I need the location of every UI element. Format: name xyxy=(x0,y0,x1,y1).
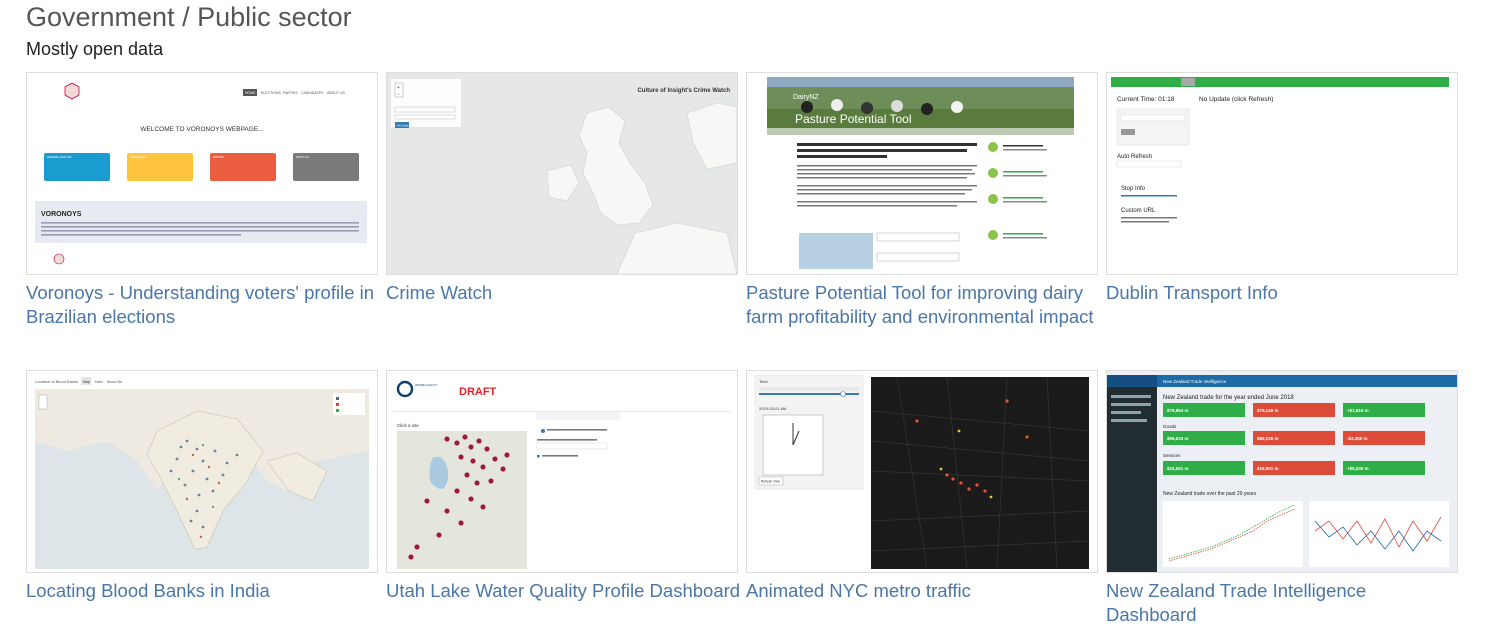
svg-text:+$5,200 m: +$5,200 m xyxy=(1347,466,1369,471)
card-link-crime-watch[interactable]: Crime Watch xyxy=(386,281,741,305)
app-card-pasture-potential[interactable]: DairyNZ Pasture Potential Tool Pasture P… xyxy=(746,72,1098,329)
card-link-nz-trade[interactable]: New Zealand Trade Intelligence Dashboard xyxy=(1106,579,1461,627)
dublin-auto-refresh: Auto Refresh xyxy=(1117,154,1152,160)
svg-text:Map: Map xyxy=(83,380,90,384)
svg-text:$79,964 m: $79,964 m xyxy=(1167,408,1189,413)
svg-text:$19,901 m: $19,901 m xyxy=(1257,466,1279,471)
nav-home: HOME xyxy=(245,91,256,95)
blood-banks-title: Location of Blood Banks xyxy=(35,379,78,384)
svg-text:$24,551 m: $24,551 m xyxy=(1167,466,1189,471)
nz-header-title: New Zealand Trade Intelligence xyxy=(1163,379,1227,384)
refresh-view-button: Refresh View xyxy=(761,480,781,484)
app-card-crime-watch[interactable]: + − Get Data Culture of Insight's Crime … xyxy=(386,72,738,305)
card-link-nyc-metro[interactable]: Animated NYC metro traffic xyxy=(746,579,1101,603)
nz-services: Services xyxy=(1163,453,1181,458)
section-subtitle: Mostly open data xyxy=(26,39,164,59)
draft-badge: DRAFT xyxy=(459,386,497,398)
nav-candidates: CANDIDATES xyxy=(301,91,324,95)
app-card-blood-banks[interactable]: Location of Blood Banks Map Data About M… xyxy=(26,370,378,603)
svg-text:CANDIDATES: CANDIDATES xyxy=(130,156,146,159)
svg-text:+$1,815 m: +$1,815 m xyxy=(1347,408,1369,413)
app-card-nz-trade[interactable]: New Zealand Trade Intelligence New Zeala… xyxy=(1106,370,1458,627)
nyc-date: 2019-03-01 AM xyxy=(759,406,786,411)
nav-parties: PARTIES xyxy=(283,91,298,95)
dublin-stop-info: Stop Info xyxy=(1121,186,1146,192)
nz-headline: New Zealand trade for the year ended Jun… xyxy=(1163,395,1294,401)
card-link-utah-lake[interactable]: Utah Lake Water Quality Profile Dashboar… xyxy=(386,579,741,603)
svg-text:Get Data: Get Data xyxy=(397,124,409,128)
thumbnail-dublin-transport[interactable]: Current Time: 01:18 No Update (click Ref… xyxy=(1106,72,1458,275)
nav-about-us: ABOUT US xyxy=(327,91,345,95)
app-card-voronoys[interactable]: HOME ELECTIONS PARTIES CANDIDATES ABOUT … xyxy=(26,72,378,329)
svg-text:−: − xyxy=(397,92,400,98)
card-link-voronoys[interactable]: Voronoys - Understanding voters' profile… xyxy=(26,281,381,329)
svg-text:+: + xyxy=(397,85,400,91)
nav-elections: ELECTIONS xyxy=(261,91,282,95)
voronoys-logo-icon xyxy=(64,82,80,100)
section-title: Government / Public sector xyxy=(26,2,352,32)
pasture-banner-title: Pasture Potential Tool xyxy=(795,112,912,126)
dairynz-logo: DairyNZ xyxy=(793,94,819,101)
svg-text:PARTIES: PARTIES xyxy=(213,156,224,159)
welcome-text: WELCOME TO VORONOYS WEBPAGE... xyxy=(140,126,263,133)
thumbnail-crime-watch[interactable]: + − Get Data Culture of Insight's Crime … xyxy=(386,72,738,275)
card-link-pasture-potential[interactable]: Pasture Potential Tool for improving dai… xyxy=(746,281,1101,329)
svg-text:About Me: About Me xyxy=(107,380,122,384)
card-link-blood-banks[interactable]: Locating Blood Banks in India xyxy=(26,579,381,603)
voronoys-heading: VORONOYS xyxy=(41,211,82,218)
app-card-utah-lake[interactable]: WATER QUALITY DRAFT Click a site Utah La… xyxy=(386,370,741,603)
thumbnail-nz-trade[interactable]: New Zealand Trade Intelligence New Zeala… xyxy=(1106,370,1458,573)
thumbnail-utah-lake[interactable]: WATER QUALITY DRAFT Click a site xyxy=(386,370,738,573)
nyc-time-label: Time xyxy=(759,379,769,384)
dublin-custom-url: Custom URL xyxy=(1121,208,1156,214)
thumbnail-blood-banks[interactable]: Location of Blood Banks Map Data About M… xyxy=(26,370,378,573)
svg-text:Data: Data xyxy=(95,380,102,384)
svg-text:-$3,356 m: -$3,356 m xyxy=(1347,436,1368,441)
svg-text:GENERAL ANALYSIS: GENERAL ANALYSIS xyxy=(47,156,72,159)
nz-trend-heading: New Zealand trade over the past 20 years xyxy=(1163,491,1257,497)
org-label: WATER QUALITY xyxy=(415,383,438,387)
app-card-nyc-metro[interactable]: Time 2019-03-01 AM Refresh View Animated… xyxy=(746,370,1098,603)
card-link-dublin-transport[interactable]: Dublin Transport Info xyxy=(1106,281,1461,305)
svg-text:$56,633 m: $56,633 m xyxy=(1167,436,1189,441)
thumbnail-nyc-metro[interactable]: Time 2019-03-01 AM Refresh View xyxy=(746,370,1098,573)
svg-text:ABOUT US: ABOUT US xyxy=(296,156,309,159)
crime-watch-heading: Culture of Insight's Crime Watch xyxy=(637,88,730,94)
dublin-current-time: Current Time: 01:18 xyxy=(1117,96,1175,103)
svg-text:$59,238 m: $59,238 m xyxy=(1257,436,1279,441)
nz-goods: Goods xyxy=(1163,424,1177,429)
thumbnail-pasture-potential[interactable]: DairyNZ Pasture Potential Tool xyxy=(746,72,1098,275)
dublin-update-status: No Update (click Refresh) xyxy=(1199,96,1273,103)
app-card-dublin-transport[interactable]: Current Time: 01:18 No Update (click Ref… xyxy=(1106,72,1458,305)
thumbnail-voronoys[interactable]: HOME ELECTIONS PARTIES CANDIDATES ABOUT … xyxy=(26,72,378,275)
svg-text:$79,149 m: $79,149 m xyxy=(1257,408,1279,413)
click-site-hint: Click a site xyxy=(397,423,419,428)
